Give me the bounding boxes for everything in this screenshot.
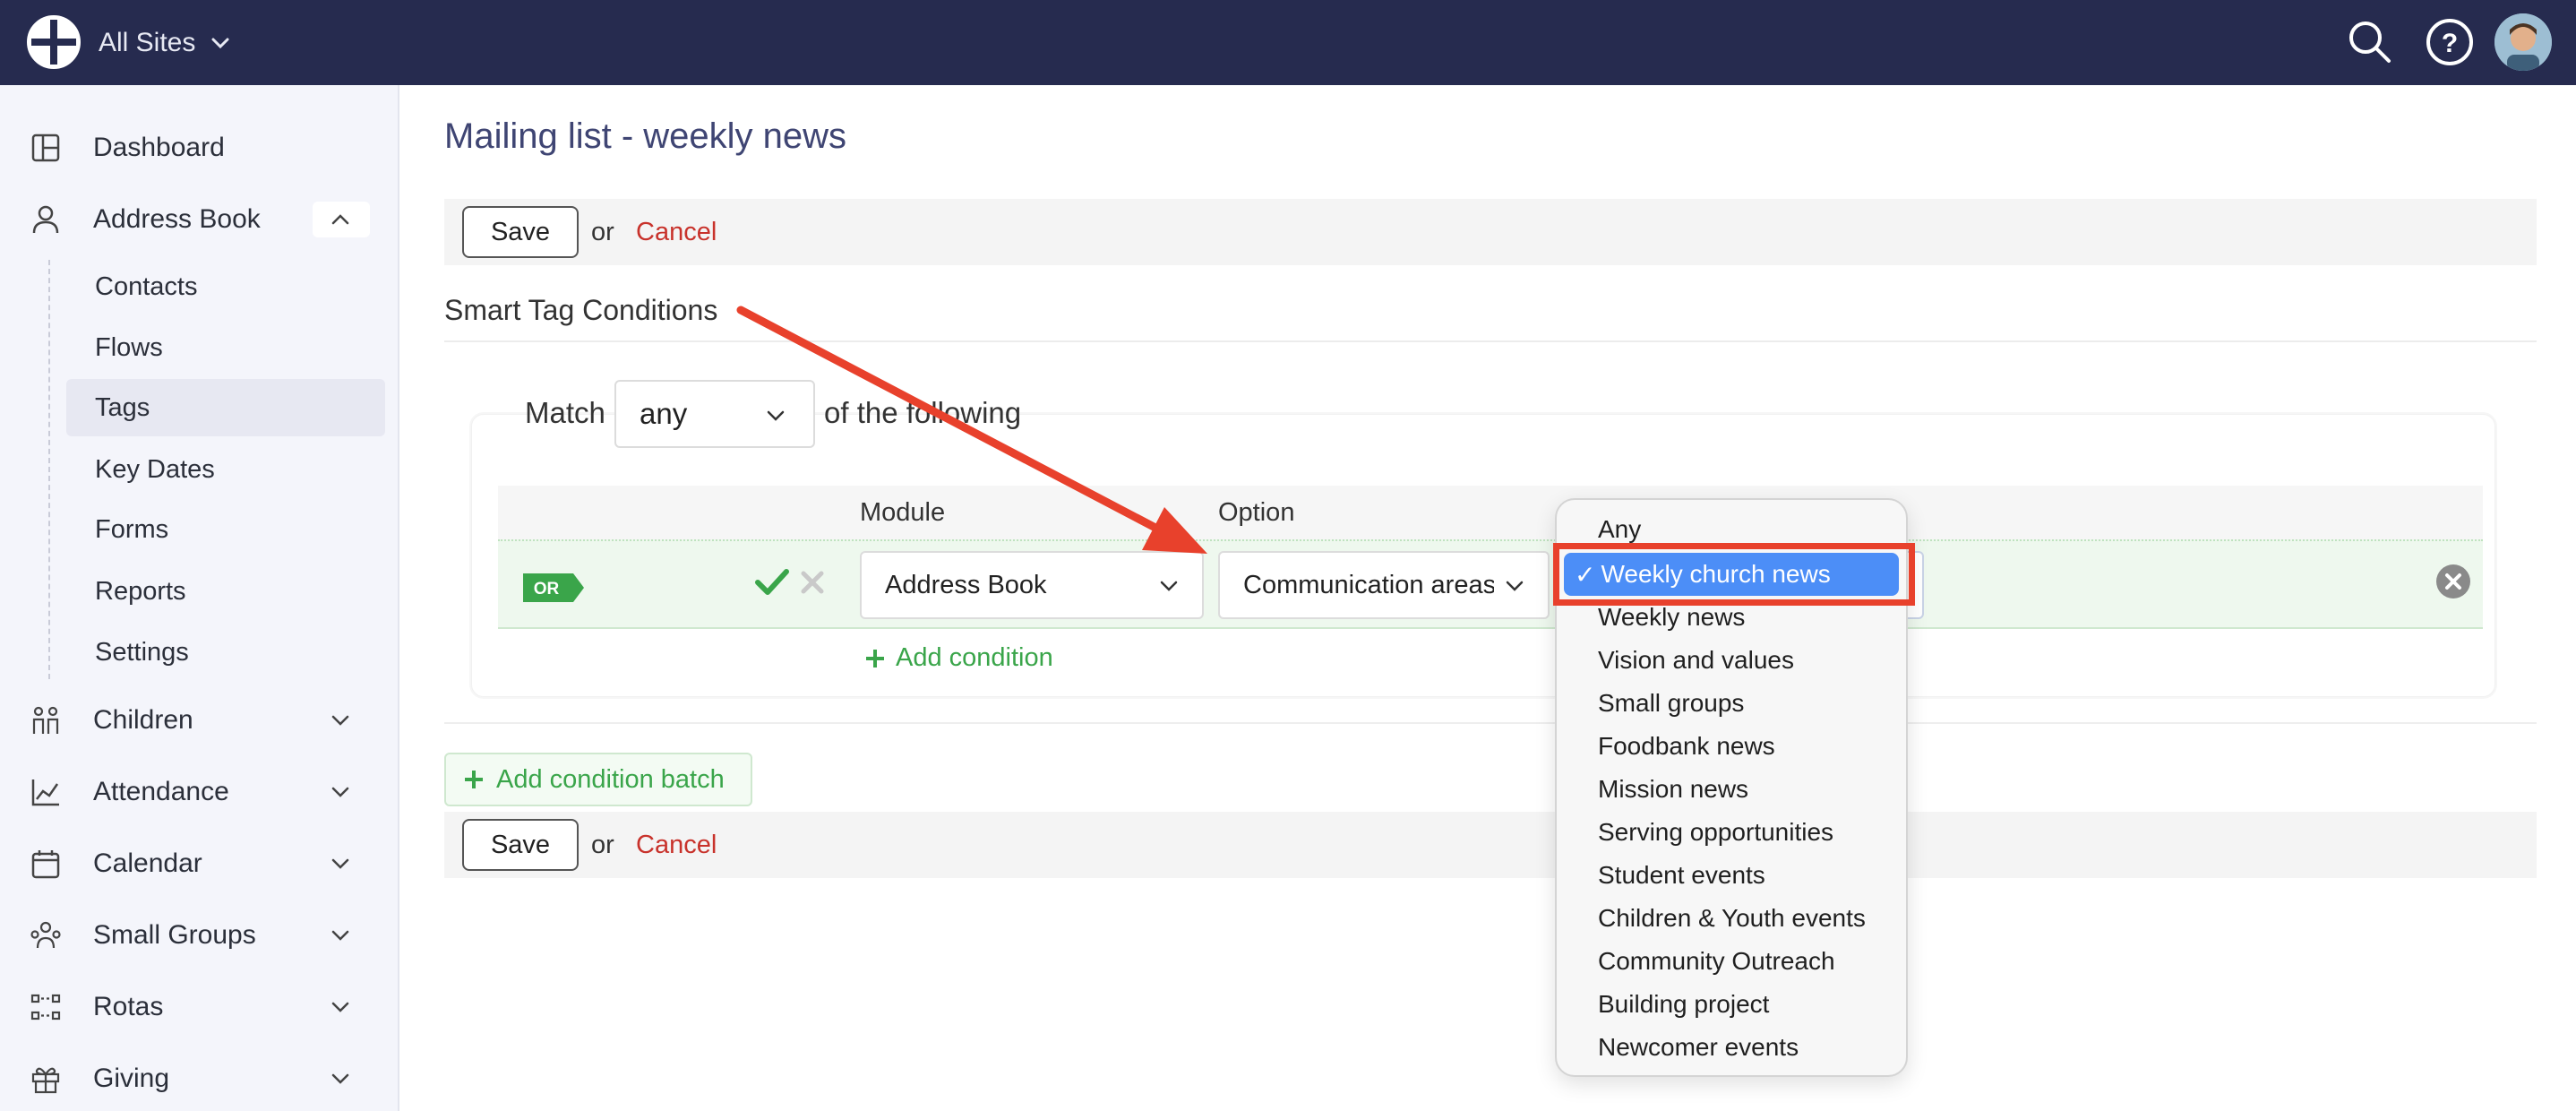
dropdown-option[interactable]: Community Outreach [1598,947,1835,976]
conditions-table-header: Module Option [498,486,2483,539]
help-icon[interactable]: ? [2424,16,2476,68]
sidebar-item-children[interactable]: Children [0,692,394,749]
chevron-down-icon [1506,581,1524,591]
remove-condition-icon[interactable] [2434,563,2472,600]
sidebar-subitem-key-dates[interactable]: Key Dates [66,441,385,498]
save-button[interactable]: Save [462,206,579,258]
match-select[interactable]: any [614,380,815,448]
children-icon [32,706,59,734]
user-icon [32,205,59,234]
dropdown-option[interactable]: Serving opportunities [1598,818,1833,847]
match-label: Match [525,396,605,429]
rota-icon [30,994,61,1021]
sidebar-item-attendance[interactable]: Attendance [0,763,394,821]
chevron-down-icon [331,1002,349,1012]
dropdown-option[interactable]: Any [1598,515,1641,544]
avatar[interactable] [2494,13,2552,71]
plus-icon [465,771,483,788]
chevron-down-icon [767,410,785,421]
search-icon[interactable] [2344,16,2396,68]
bottom-save-bar: Save or Cancel [444,812,2537,878]
divider [444,340,2537,342]
chevron-down-icon [331,715,349,726]
sidebar-item-label: Attendance [93,777,229,806]
top-save-bar: Save or Cancel [444,199,2537,265]
sidebar-item-label: Dashboard [93,133,225,162]
sidebar-subitem-tags[interactable]: Tags [66,379,385,436]
svg-text:?: ? [2442,29,2458,58]
sidebar-subitem-forms[interactable]: Forms [66,501,385,558]
sidebar-item-giving[interactable]: Giving [0,1050,394,1107]
or-badge: OR [523,573,584,602]
column-header-option: Option [1218,498,1295,527]
sidebar-item-label: Calendar [93,848,202,878]
section-title: Smart Tag Conditions [444,294,718,326]
cancel-link[interactable]: Cancel [636,831,717,860]
dropdown-option[interactable]: Children & Youth events [1598,904,1866,933]
or-label: or [591,830,614,859]
or-badge-label: OR [534,580,560,599]
site-switcher-label: All Sites [99,28,196,57]
sidebar-item-label: Small Groups [93,920,256,950]
sidebar-item-label: Giving [93,1064,170,1093]
option-select-value: Communication areas [1243,570,1494,599]
top-bar: All Sites ? [0,0,2576,85]
add-condition-batch-label: Add condition batch [496,764,725,794]
chevron-down-icon [211,38,229,49]
submenu-guide-line [48,260,50,679]
sidebar-subitem-flows[interactable]: Flows [66,319,385,376]
cancel-link[interactable]: Cancel [636,218,717,247]
sidebar-item-calendar[interactable]: Calendar [0,835,394,892]
module-select-value: Address Book [885,570,1047,599]
dropdown-option[interactable]: Vision and values [1598,646,1794,675]
module-select[interactable]: Address Book [860,551,1204,619]
sidebar-item-label: Rotas [93,992,164,1021]
group-icon [30,921,61,949]
save-button[interactable]: Save [462,819,579,871]
dropdown-option[interactable]: Newcomer events [1598,1033,1799,1062]
sidebar-item-small-groups[interactable]: Small Groups [0,907,394,964]
check-icon[interactable] [754,566,790,599]
divider [444,722,2537,724]
sidebar-subitem-settings[interactable]: Settings [66,624,385,681]
dropdown-option[interactable]: Building project [1598,990,1769,1019]
logo-icon[interactable] [26,14,82,70]
add-condition-label: Add condition [896,643,1053,672]
plus-icon [866,649,884,667]
sidebar-item-label: Address Book [93,204,261,234]
annotation-highlight-box [1553,543,1915,606]
column-header-module: Module [860,498,946,527]
dropdown-option[interactable]: Foodbank news [1598,732,1775,761]
chevron-down-icon [331,930,349,941]
dashboard-icon [31,133,60,162]
gift-icon [31,1067,60,1094]
chevron-down-icon [331,787,349,797]
close-icon[interactable] [799,568,826,597]
site-switcher[interactable]: All Sites [99,23,233,63]
sidebar: Dashboard Address Book Contacts Flows Ta… [0,85,399,1111]
sidebar-item-label: Children [93,705,193,735]
page-title: Mailing list - weekly news [444,116,847,156]
sidebar-item-address-book[interactable]: Address Book [0,191,394,248]
dropdown-option[interactable]: Small groups [1598,689,1744,718]
chevron-up-icon [331,214,349,225]
dropdown-option[interactable]: Weekly news [1598,603,1745,632]
chart-icon [31,779,59,806]
add-condition-link[interactable]: Add condition [863,643,1053,673]
chevron-down-icon [331,858,349,869]
sidebar-item-rotas[interactable]: Rotas [0,978,394,1036]
dropdown-option[interactable]: Mission news [1598,775,1748,804]
option-select[interactable]: Communication areas [1218,551,1550,619]
chevron-down-icon [1160,581,1178,591]
match-suffix-label: of the following [824,396,1022,429]
chevron-down-icon [331,1073,349,1084]
match-select-value: any [640,397,688,430]
add-condition-batch-button[interactable]: Add condition batch [444,753,752,806]
or-label: or [591,217,614,246]
dropdown-option[interactable]: Student events [1598,861,1765,890]
sidebar-item-dashboard[interactable]: Dashboard [0,119,394,177]
sidebar-subitem-contacts[interactable]: Contacts [66,258,385,315]
sidebar-subitem-reports[interactable]: Reports [66,563,385,620]
calendar-icon [31,850,60,879]
